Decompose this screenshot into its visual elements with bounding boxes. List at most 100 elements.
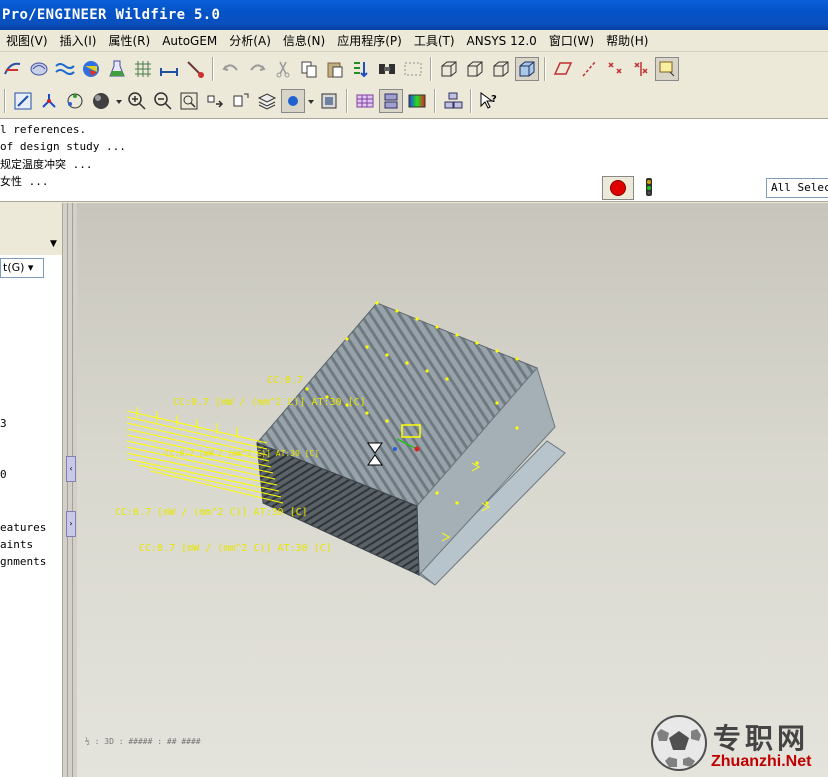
graphics-window[interactable]: CC:0.7 CC:0.7 [mW / (mm^2 C)] AT:30 [C] … bbox=[77, 203, 828, 777]
annotation-icon[interactable] bbox=[655, 57, 679, 81]
datum-plane-icon[interactable] bbox=[551, 57, 575, 81]
sketch-icon[interactable] bbox=[11, 89, 35, 113]
load-label: CC:0.7 [mW / (mm^2 C)] AT:30 [C] bbox=[139, 543, 332, 554]
panel-splitter[interactable]: ‹ › bbox=[63, 203, 77, 777]
layers-icon[interactable] bbox=[255, 89, 279, 113]
watermark-cn: 专职网 bbox=[713, 722, 810, 755]
chevron-down-icon[interactable]: ▼ bbox=[50, 239, 57, 249]
zoom-out-icon[interactable] bbox=[151, 89, 175, 113]
no-hidden-icon[interactable] bbox=[489, 57, 513, 81]
paste-icon[interactable] bbox=[323, 57, 347, 81]
mesh-icon[interactable] bbox=[1, 57, 25, 81]
wave-icon[interactable] bbox=[53, 57, 77, 81]
grid-icon[interactable] bbox=[353, 89, 377, 113]
splitter-line bbox=[67, 203, 68, 777]
title-bar: Pro/ENGINEER Wildfire 5.0 bbox=[0, 0, 828, 30]
menu-autogem[interactable]: AutoGEM bbox=[156, 34, 223, 48]
dropdown-arrow-icon[interactable] bbox=[115, 89, 123, 113]
tree-item[interactable]: gnments bbox=[0, 555, 46, 568]
menu-info[interactable]: 信息(N) bbox=[277, 32, 331, 49]
find-icon[interactable] bbox=[375, 57, 399, 81]
menu-properties[interactable]: 属性(R) bbox=[102, 32, 156, 49]
toolbar-separator bbox=[212, 57, 214, 81]
contour-icon[interactable] bbox=[131, 57, 155, 81]
flask-icon[interactable] bbox=[105, 57, 129, 81]
orient-icon[interactable] bbox=[63, 89, 87, 113]
toolbar-separator bbox=[430, 57, 432, 81]
menu-tools[interactable]: 工具(T) bbox=[408, 32, 461, 49]
menu-help[interactable]: 帮助(H) bbox=[600, 32, 654, 49]
menu-analysis[interactable]: 分析(A) bbox=[223, 32, 277, 49]
traffic-light-icon[interactable] bbox=[640, 176, 658, 198]
menu-window[interactable]: 窗口(W) bbox=[543, 32, 600, 49]
navigator-header: ▼ bbox=[0, 203, 62, 255]
redo-icon[interactable] bbox=[245, 57, 269, 81]
wireframe-icon[interactable] bbox=[437, 57, 461, 81]
window-title: Pro/ENGINEER Wildfire 5.0 bbox=[2, 7, 221, 23]
heatsink-model[interactable] bbox=[77, 203, 828, 777]
menu-view[interactable]: 视图(V) bbox=[0, 32, 54, 49]
shading-icon[interactable] bbox=[515, 57, 539, 81]
assembly-icon[interactable] bbox=[441, 89, 465, 113]
regenerate-icon[interactable] bbox=[349, 57, 373, 81]
tree-item[interactable]: aints bbox=[0, 538, 33, 551]
stop-icon bbox=[610, 180, 626, 196]
toolbar-separator bbox=[434, 89, 436, 113]
sphere-icon[interactable] bbox=[89, 89, 113, 113]
measure-icon[interactable] bbox=[157, 57, 181, 81]
datum-point-icon[interactable] bbox=[603, 57, 627, 81]
load-label: CC:0.7 [mW / (mm^2 C)] AT:30 [C] bbox=[173, 397, 366, 408]
model-tree-icon[interactable] bbox=[379, 89, 403, 113]
copy-icon[interactable] bbox=[297, 57, 321, 81]
load-label: CC:0.7 bbox=[267, 375, 304, 386]
zoom-in-icon[interactable] bbox=[125, 89, 149, 113]
message-area: l references. of design study ... 规定温度冲突… bbox=[0, 118, 828, 202]
message-line: 规定温度冲突 ... bbox=[0, 158, 93, 171]
watermark-en: Zhuanzhi.Net bbox=[711, 753, 812, 770]
fringe-icon[interactable] bbox=[79, 57, 103, 81]
load-label: CC:0.7 [mW / (mm^2 C)] AT:30 [C] bbox=[115, 507, 308, 518]
expand-arrow-icon[interactable]: › bbox=[66, 511, 76, 537]
load-label: CC:0.7 [mW / (mm^2 C)] AT:30 [C] bbox=[165, 449, 320, 458]
menu-bar: 视图(V) 插入(I) 属性(R) AutoGEM 分析(A) 信息(N) 应用… bbox=[0, 30, 828, 52]
surface-icon[interactable] bbox=[27, 57, 51, 81]
menu-insert[interactable]: 插入(I) bbox=[54, 32, 103, 49]
graphics-status: ½ : 3D : ##### : ## #### bbox=[85, 737, 201, 746]
undo-icon[interactable] bbox=[219, 57, 243, 81]
refit-icon[interactable] bbox=[177, 89, 201, 113]
hidden-line-icon[interactable] bbox=[463, 57, 487, 81]
toolbar-separator bbox=[544, 57, 546, 81]
cut-icon[interactable] bbox=[271, 57, 295, 81]
results-icon[interactable] bbox=[405, 89, 429, 113]
toolbar-separator bbox=[346, 89, 348, 113]
tree-item[interactable]: 3 bbox=[0, 417, 7, 430]
coord-sys-icon[interactable] bbox=[629, 57, 653, 81]
model-tree-panel: ▼ t(G) ▾ 3 0 eatures aints gnments bbox=[0, 203, 63, 777]
toolbar-separator bbox=[4, 89, 6, 113]
tree-filter-dropdown[interactable]: t(G) ▾ bbox=[0, 258, 44, 278]
appearance-icon[interactable] bbox=[317, 89, 341, 113]
soccer-ball-icon bbox=[651, 715, 707, 771]
collapse-arrow-icon[interactable]: ‹ bbox=[66, 456, 76, 482]
tree-item[interactable]: 0 bbox=[0, 468, 7, 481]
message-line: l references. bbox=[0, 123, 87, 136]
datum-axis-icon[interactable] bbox=[577, 57, 601, 81]
selection-filter[interactable]: All Selec bbox=[766, 178, 828, 198]
select-box-icon[interactable] bbox=[401, 57, 425, 81]
context-help-icon[interactable]: ? bbox=[477, 89, 501, 113]
spin-center-icon[interactable] bbox=[37, 89, 61, 113]
display-style-icon[interactable] bbox=[281, 89, 305, 113]
tree-item[interactable]: eatures bbox=[0, 521, 46, 534]
menu-ansys[interactable]: ANSYS 12.0 bbox=[461, 34, 543, 48]
toolbar-separator bbox=[470, 89, 472, 113]
watermark: 专职网 Zhuanzhi.Net bbox=[649, 711, 827, 775]
reorient-icon[interactable] bbox=[203, 89, 227, 113]
message-line: 女性 ... bbox=[0, 175, 49, 188]
toolbar-bottom: ? bbox=[0, 84, 828, 118]
message-line: of design study ... bbox=[0, 140, 126, 153]
probe-icon[interactable] bbox=[183, 57, 207, 81]
saved-views-icon[interactable] bbox=[229, 89, 253, 113]
dropdown-arrow-icon[interactable] bbox=[307, 89, 315, 113]
menu-applications[interactable]: 应用程序(P) bbox=[331, 32, 408, 49]
stop-button[interactable] bbox=[602, 176, 634, 200]
